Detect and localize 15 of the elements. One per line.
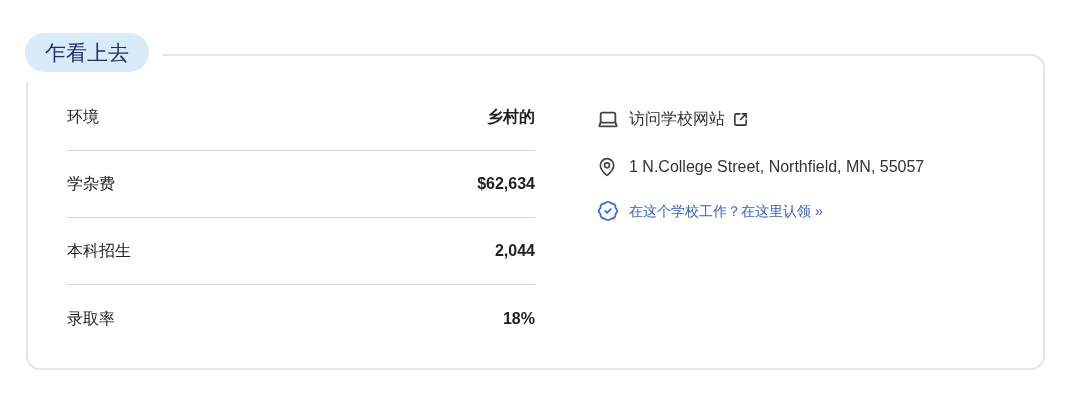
fact-label: 学杂费 — [67, 174, 115, 194]
fact-label: 本科招生 — [67, 241, 131, 261]
verified-badge-icon — [597, 200, 619, 222]
website-link[interactable]: 访问学校网站 — [629, 107, 748, 131]
section-title: 乍看上去 — [25, 33, 149, 72]
claim-link[interactable]: 在这个学校工作？在这里认领 » — [629, 200, 823, 222]
map-pin-icon — [597, 157, 617, 177]
address-text: 1 N.College Street, Northfield, MN, 55057 — [629, 157, 925, 177]
fact-value: 乡村的 — [487, 107, 535, 127]
fact-value: 2,044 — [494, 241, 535, 261]
fact-value: 18% — [502, 308, 535, 329]
fact-value: $62,634 — [477, 174, 535, 194]
fact-label: 录取率 — [67, 308, 115, 329]
external-link-icon — [733, 111, 748, 127]
fact-label: 环境 — [67, 107, 99, 127]
